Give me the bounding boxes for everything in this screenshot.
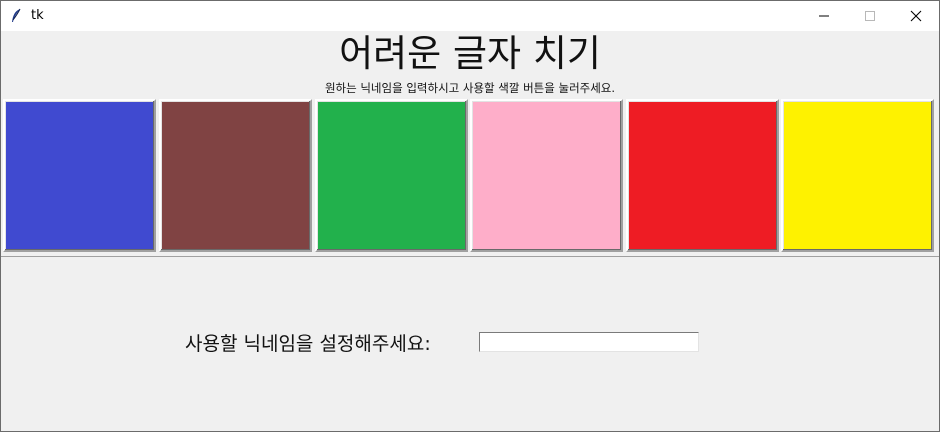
- color-button-blue[interactable]: [3, 99, 156, 252]
- page-subtitle: 원하는 닉네임을 입력하시고 사용할 색깔 버튼을 눌러주세요.: [324, 81, 616, 95]
- nickname-label: 사용할 닉네임을 설정해주세요:: [185, 333, 431, 355]
- color-button-row: [1, 98, 939, 257]
- color-button-green[interactable]: [315, 99, 468, 252]
- window-title: tk: [31, 8, 44, 23]
- minimize-icon: [819, 15, 829, 17]
- nickname-input[interactable]: [479, 332, 699, 352]
- title-bar[interactable]: tk: [1, 1, 939, 31]
- minimize-button[interactable]: [801, 1, 847, 31]
- maximize-button[interactable]: [847, 1, 893, 31]
- app-window: tk 어려운 글자 치기 원하는 닉네임을 입력하시고 사용할 색깔 버튼을 눌…: [0, 0, 940, 432]
- color-button-brown[interactable]: [159, 99, 312, 252]
- close-icon: [910, 10, 922, 22]
- color-button-red[interactable]: [626, 99, 779, 252]
- color-button-pink[interactable]: [470, 99, 623, 252]
- maximize-icon: [865, 11, 875, 21]
- color-button-yellow[interactable]: [781, 99, 934, 252]
- close-button[interactable]: [893, 1, 939, 31]
- feather-icon: [10, 8, 22, 24]
- page-title: 어려운 글자 치기: [339, 32, 601, 75]
